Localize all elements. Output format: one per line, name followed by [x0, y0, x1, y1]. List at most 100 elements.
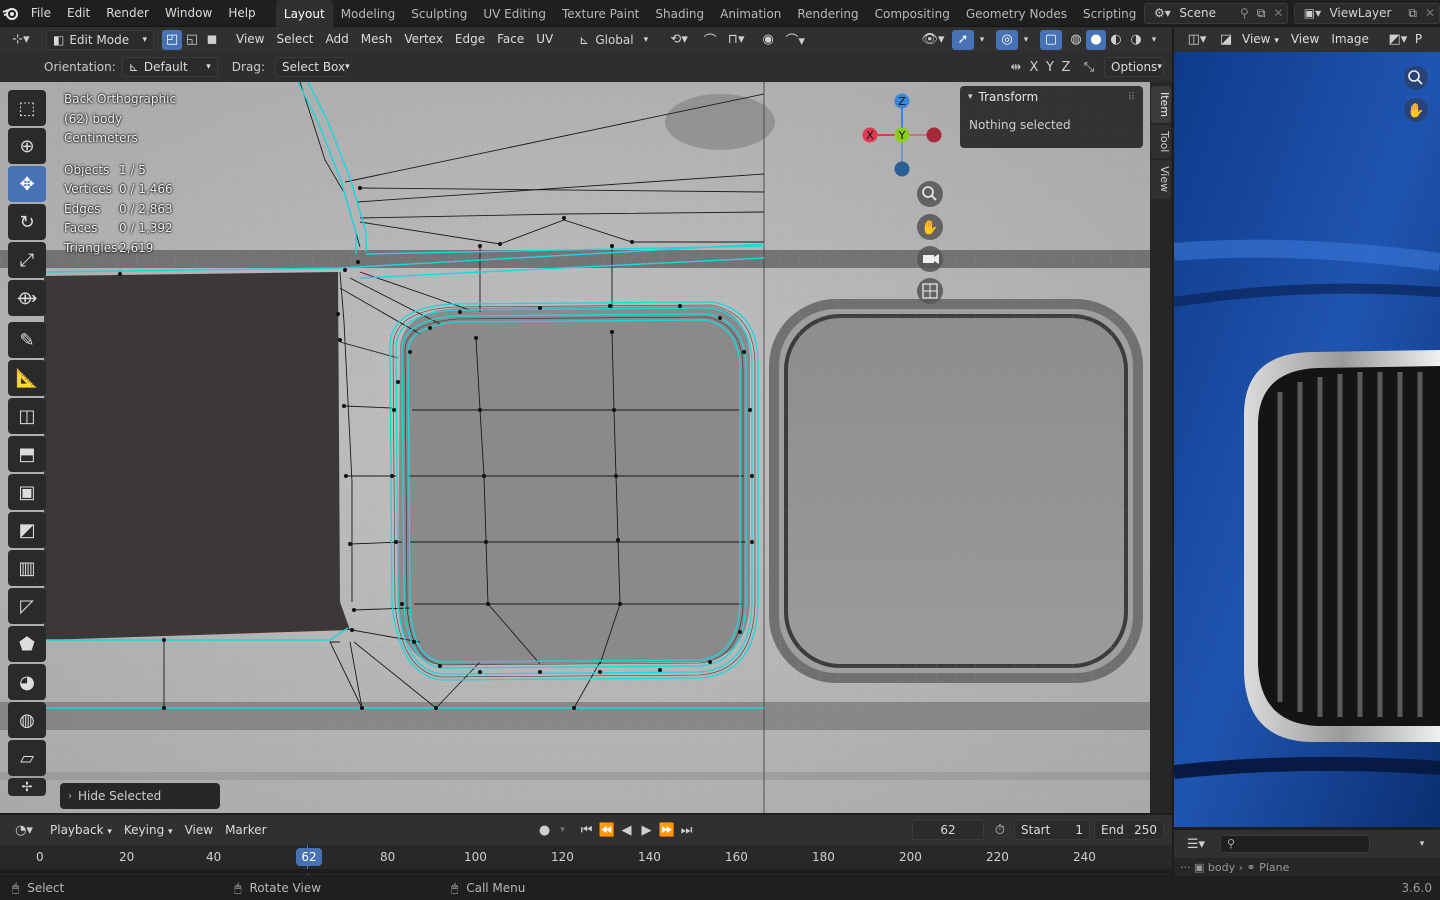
menu-view[interactable]: View [1285, 27, 1325, 52]
pan-hand-icon[interactable]: ✋ [917, 214, 943, 240]
editor-type-icon[interactable]: ☰▾ [1180, 834, 1212, 854]
rendered-shading-icon[interactable]: ◑ [1126, 30, 1146, 50]
menu-mesh[interactable]: Mesh [355, 27, 399, 52]
smooth-tool-icon[interactable]: ◍ [8, 702, 46, 738]
menu-view[interactable]: View [230, 27, 270, 52]
gizmo-neg-z-axis[interactable] [894, 161, 910, 177]
auto-merge-icon[interactable]: ⤡ [1078, 57, 1100, 77]
tab-texture-paint[interactable]: Texture Paint [554, 0, 647, 27]
poly-build-tool-icon[interactable]: ⬟ [8, 626, 46, 662]
menu-uv[interactable]: UV [530, 27, 559, 52]
xray-icon[interactable]: ▢ [1040, 29, 1062, 50]
start-frame-field[interactable]: Start 1 [1014, 820, 1090, 840]
loop-cut-tool-icon[interactable]: ▥ [8, 550, 46, 586]
menu-render[interactable]: Render [98, 0, 157, 27]
timeline-scrollbar[interactable] [0, 869, 1172, 874]
image-name-truncated[interactable]: P [1413, 27, 1424, 52]
perspective-grid-icon[interactable] [917, 278, 943, 304]
solid-shading-icon[interactable]: ● [1086, 29, 1106, 50]
overlays-dropdown-icon[interactable]: ▾ [1018, 30, 1034, 50]
remove-view-layer-icon[interactable]: ✕ [1421, 6, 1439, 20]
view-mode-icon[interactable]: ◪ [1216, 30, 1236, 50]
tab-tool[interactable]: Tool [1151, 125, 1171, 159]
cursor-tool-icon[interactable]: ⊕ [8, 128, 46, 164]
tab-layout[interactable]: Layout [275, 0, 333, 27]
edge-select-icon[interactable]: ◱ [182, 30, 202, 50]
edge-slide-tool-icon[interactable]: ▱ [8, 740, 46, 776]
extrude-tool-icon[interactable]: ⬒ [8, 436, 46, 472]
menu-edit[interactable]: Edit [59, 0, 98, 27]
scene-selector[interactable]: ⚙▾ Scene ⚲ ⧉ ✕ [1144, 2, 1289, 24]
new-view-layer-icon[interactable]: ⧉ [1404, 6, 1421, 21]
jump-start-icon[interactable]: ⏮ [577, 820, 597, 840]
wireframe-shading-icon[interactable]: ◍ [1066, 30, 1086, 50]
select-box-tool-icon[interactable]: ⬚ [8, 90, 46, 126]
vertex-select-icon[interactable]: ◰ [162, 29, 182, 50]
current-frame-field[interactable]: 62 [912, 820, 984, 840]
tab-scripting[interactable]: Scripting [1075, 0, 1140, 27]
camera-icon[interactable] [917, 246, 943, 272]
outliner[interactable]: ☰▾ ⚲ ▾ ··· ▣ body › ⚭ Plane [1174, 830, 1440, 876]
menu-vertex[interactable]: Vertex [398, 27, 449, 52]
menu-window[interactable]: Window [157, 0, 220, 27]
tab-shading[interactable]: Shading [647, 0, 712, 27]
mirror-y-toggle[interactable]: Y [1042, 57, 1058, 77]
bevel-tool-icon[interactable]: ◩ [8, 512, 46, 548]
tab-geometry-nodes[interactable]: Geometry Nodes [958, 0, 1075, 27]
transform-orientation[interactable]: ⊾ Global ▾ [579, 33, 648, 47]
record-icon[interactable]: ● [535, 820, 555, 840]
shading-dropdown-icon[interactable]: ▾ [1146, 30, 1162, 50]
transform-tool-icon[interactable]: ⟴ [8, 280, 46, 316]
proportional-edit-icon[interactable]: ◉ [756, 30, 780, 50]
pin-icon[interactable]: ⚲ [1236, 6, 1253, 20]
inset-tool-icon[interactable]: ▣ [8, 474, 46, 510]
zoom-icon[interactable] [917, 181, 943, 207]
options-dropdown[interactable]: Options ▾ [1104, 57, 1164, 77]
jump-end-icon[interactable]: ⏭ [677, 820, 697, 840]
end-frame-field[interactable]: End 250 [1094, 820, 1164, 840]
tab-animation[interactable]: Animation [712, 0, 789, 27]
menu-marker[interactable]: Marker [219, 818, 272, 843]
knife-tool-icon[interactable]: ◸ [8, 588, 46, 624]
editor-type-icon[interactable]: ◔▾ [4, 820, 44, 840]
scale-tool-icon[interactable]: ⤢ [8, 242, 46, 278]
menu-image[interactable]: Image [1325, 27, 1375, 52]
falloff-icon[interactable]: ⌒▾ [780, 30, 810, 50]
snap-target-icon[interactable]: ⊓▾ [722, 30, 750, 50]
tab-uv-editing[interactable]: UV Editing [475, 0, 554, 27]
menu-file[interactable]: File [23, 0, 59, 27]
menu-face[interactable]: Face [491, 27, 530, 52]
keying-dropdown[interactable]: Keying ▾ [118, 818, 179, 843]
new-scene-icon[interactable]: ⧉ [1253, 6, 1270, 21]
outliner-search-input[interactable]: ⚲ [1220, 835, 1370, 853]
remove-scene-icon[interactable]: ✕ [1269, 6, 1287, 20]
tab-view[interactable]: View [1151, 160, 1171, 199]
menu-help[interactable]: Help [220, 0, 263, 27]
timeline[interactable]: 0 20 40 80 100 120 140 160 180 200 220 2… [0, 845, 1172, 875]
menu-select[interactable]: Select [270, 27, 319, 52]
visibility-icon[interactable]: 👁▾ [918, 30, 948, 50]
editor-type-icon[interactable]: ⊹▾ [0, 30, 42, 50]
mirror-icon[interactable]: ⇹ [1006, 57, 1026, 77]
tab-rendering[interactable]: Rendering [789, 0, 866, 27]
gizmo-dropdown-icon[interactable]: ▾ [974, 30, 990, 50]
play-icon[interactable]: ▶ [637, 820, 657, 840]
jump-keyframe-forward-icon[interactable]: ⏩ [657, 820, 677, 840]
drag-handle-icon[interactable]: ⠿ [1128, 92, 1135, 103]
menu-add[interactable]: Add [320, 27, 355, 52]
mode-selector[interactable]: ◧ Edit Mode ▾ [46, 29, 154, 50]
view-mode-dropdown[interactable]: View ▾ [1236, 27, 1285, 52]
tab-sculpting[interactable]: Sculpting [403, 0, 475, 27]
face-select-icon[interactable]: ◼ [202, 30, 222, 50]
menu-edge[interactable]: Edge [449, 27, 491, 52]
material-shading-icon[interactable]: ◐ [1106, 30, 1126, 50]
playback-dropdown[interactable]: Playback ▾ [44, 818, 118, 843]
image-browse-icon[interactable]: ◩▾ [1383, 30, 1413, 50]
jump-keyframe-back-icon[interactable]: ⏪ [597, 820, 617, 840]
measure-tool-icon[interactable]: 📐 [8, 360, 46, 396]
add-cube-tool-icon[interactable]: ◫ [8, 398, 46, 434]
view-layer-selector[interactable]: ▣▾ ViewLayer ⧉ ✕ [1294, 2, 1440, 24]
last-operator-panel[interactable]: › Hide Selected [60, 783, 220, 809]
tab-compositing[interactable]: Compositing [867, 0, 958, 27]
blender-logo-icon[interactable] [0, 0, 23, 27]
